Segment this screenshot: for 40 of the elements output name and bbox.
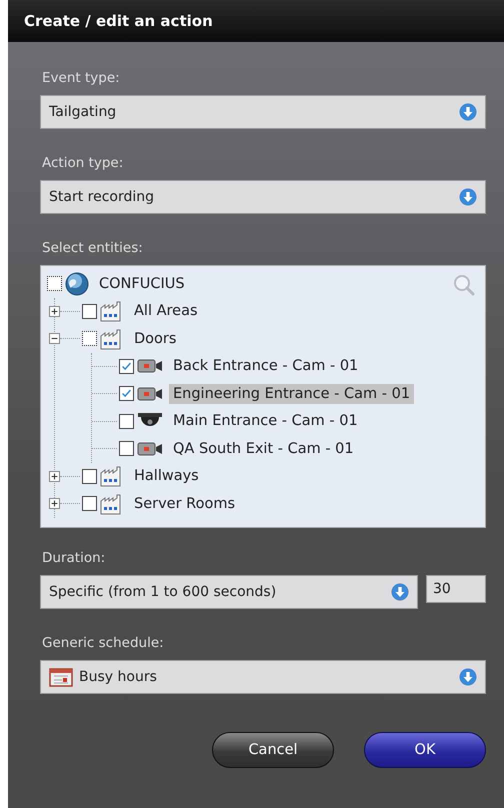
field-label: Event type: <box>42 70 120 86</box>
tree-item[interactable]: QA South Exit - Cam - 01 <box>169 438 358 459</box>
checkbox[interactable] <box>119 441 134 456</box>
field-label: Select entities: <box>42 240 143 256</box>
field-label: Action type: <box>42 155 124 171</box>
action-type-dropdown[interactable]: Start recording <box>40 180 486 214</box>
checkbox[interactable] <box>119 358 134 374</box>
expand-icon[interactable] <box>49 498 60 510</box>
cancel-button[interactable]: Cancel <box>212 732 334 768</box>
tree-item[interactable]: Server Rooms <box>130 494 240 514</box>
expand-icon[interactable] <box>49 470 60 482</box>
checkbox[interactable] <box>47 276 62 292</box>
seconds-field[interactable]: 30 <box>426 575 486 603</box>
field-label: Generic schedule: <box>42 635 164 651</box>
checkbox[interactable] <box>82 496 97 512</box>
collapse-icon[interactable] <box>49 333 60 344</box>
tree-item[interactable]: Back Entrance - Cam - 01 <box>169 356 362 376</box>
checkbox[interactable] <box>82 304 97 319</box>
duration-dropdown[interactable]: Specific (from 1 to 600 seconds) <box>40 575 418 609</box>
camera-icon <box>137 440 163 458</box>
camera-icon <box>137 384 163 403</box>
schedule-dropdown[interactable]: Busy hours <box>40 660 486 694</box>
field-label: Duration: <box>42 550 106 566</box>
tree-item[interactable]: Hallways <box>130 466 203 486</box>
checkbox[interactable] <box>119 386 134 402</box>
checkbox[interactable] <box>119 414 134 429</box>
ok-button[interactable]: OK <box>364 732 486 768</box>
checkbox[interactable] <box>82 468 97 484</box>
tree-item[interactable]: Engineering Entrance - Cam - 01 <box>169 384 414 404</box>
globe-icon <box>65 272 89 296</box>
event-type-dropdown[interactable]: Tailgating <box>40 95 486 129</box>
checkbox[interactable] <box>82 331 97 346</box>
tree-item[interactable]: CONFUCIUS <box>95 274 189 294</box>
window-title: Create / edit an action <box>8 0 504 42</box>
tree-item[interactable]: Main Entrance - Cam - 01 <box>169 411 362 432</box>
tree-item[interactable]: Doors <box>130 328 180 349</box>
expand-icon[interactable] <box>49 306 60 317</box>
tree-item[interactable]: All Areas <box>130 301 202 322</box>
calendar-icon <box>49 667 73 687</box>
camera-icon <box>137 357 163 376</box>
